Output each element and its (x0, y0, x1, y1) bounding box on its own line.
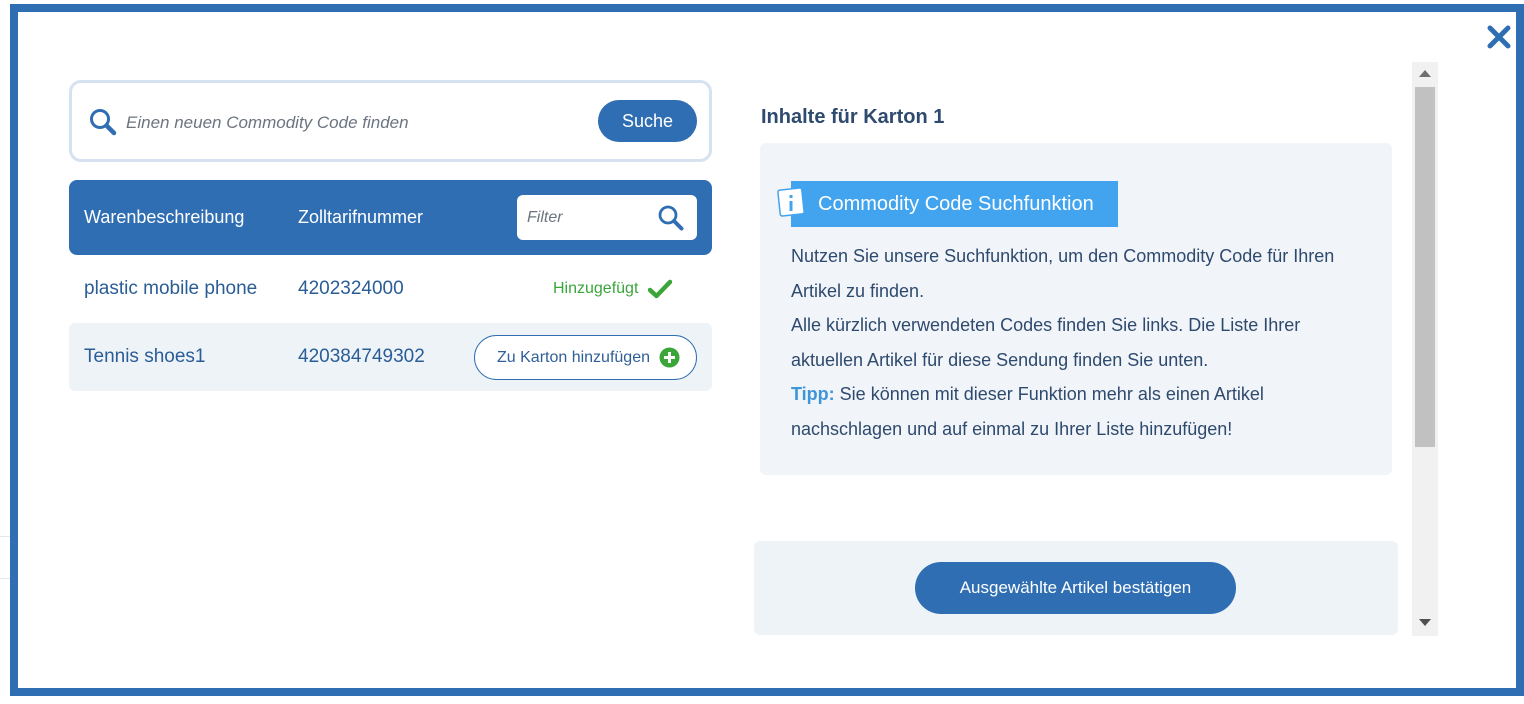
table-row: plastic mobile phone 4202324000 Hinzugef… (69, 255, 712, 323)
add-to-carton-button[interactable]: Zu Karton hinzufügen (474, 335, 697, 380)
commodity-search-input[interactable] (126, 109, 586, 137)
info-text: Nutzen Sie unsere Suchfunktion, um den C… (791, 239, 1371, 446)
filter-box (517, 195, 697, 240)
confirm-area: Ausgewählte Artikel bestätigen (754, 541, 1398, 635)
checkmark-icon (648, 279, 673, 299)
info-heading: Commodity Code Suchfunktion (791, 181, 1118, 227)
added-status: Hinzugefügt (553, 279, 673, 299)
confirm-selected-items-button[interactable]: Ausgewählte Artikel bestätigen (915, 562, 1236, 614)
info-paragraph: Alle kürzlich verwendeten Codes finden S… (791, 315, 1301, 370)
added-status-label: Hinzugefügt (553, 280, 639, 297)
search-button[interactable]: Suche (598, 100, 697, 142)
tip-label: Tipp: (791, 384, 835, 404)
info-paragraph: Nutzen Sie unsere Suchfunktion, um den C… (791, 246, 1335, 301)
column-header-description: Warenbeschreibung (84, 207, 245, 227)
filter-input[interactable] (527, 206, 647, 230)
scroll-thumb[interactable] (1415, 87, 1435, 447)
row-tariff-number: 420384749302 (298, 346, 425, 367)
info-card: Commodity Code Suchfunktion Nutzen Sie u… (760, 143, 1392, 475)
commodity-code-modal: Suche Warenbeschreibung Zolltarifnummer … (10, 4, 1524, 696)
tip-text: Sie können mit dieser Funktion mehr als … (791, 384, 1264, 439)
scroll-up-arrow-icon[interactable] (1419, 70, 1431, 77)
commodity-table: Warenbeschreibung Zolltarifnummer plasti… (69, 180, 712, 391)
add-to-carton-label: Zu Karton hinzufügen (497, 348, 650, 366)
commodity-search-box: Suche (69, 80, 712, 162)
row-description: Tennis shoes1 (84, 346, 206, 367)
search-icon (90, 109, 117, 136)
table-header: Warenbeschreibung Zolltarifnummer (69, 180, 712, 255)
row-description: plastic mobile phone (84, 278, 258, 299)
info-tip: Tipp: Sie können mit dieser Funktion meh… (791, 377, 1371, 446)
close-button[interactable] (1484, 22, 1514, 52)
column-header-tariff-number: Zolltarifnummer (298, 207, 424, 227)
close-x-icon (1487, 25, 1511, 49)
row-tariff-number: 4202324000 (298, 278, 404, 299)
table-row: Tennis shoes1 420384749302 Zu Karton hin… (69, 323, 712, 391)
info-heading-label: Commodity Code Suchfunktion (818, 192, 1094, 215)
plus-circle-icon (659, 347, 680, 368)
vertical-scrollbar[interactable] (1412, 62, 1438, 636)
carton-contents-title: Inhalte für Karton 1 (761, 106, 945, 128)
search-icon[interactable] (657, 204, 685, 232)
scroll-down-arrow-icon[interactable] (1419, 619, 1431, 626)
info-icon (777, 187, 805, 217)
